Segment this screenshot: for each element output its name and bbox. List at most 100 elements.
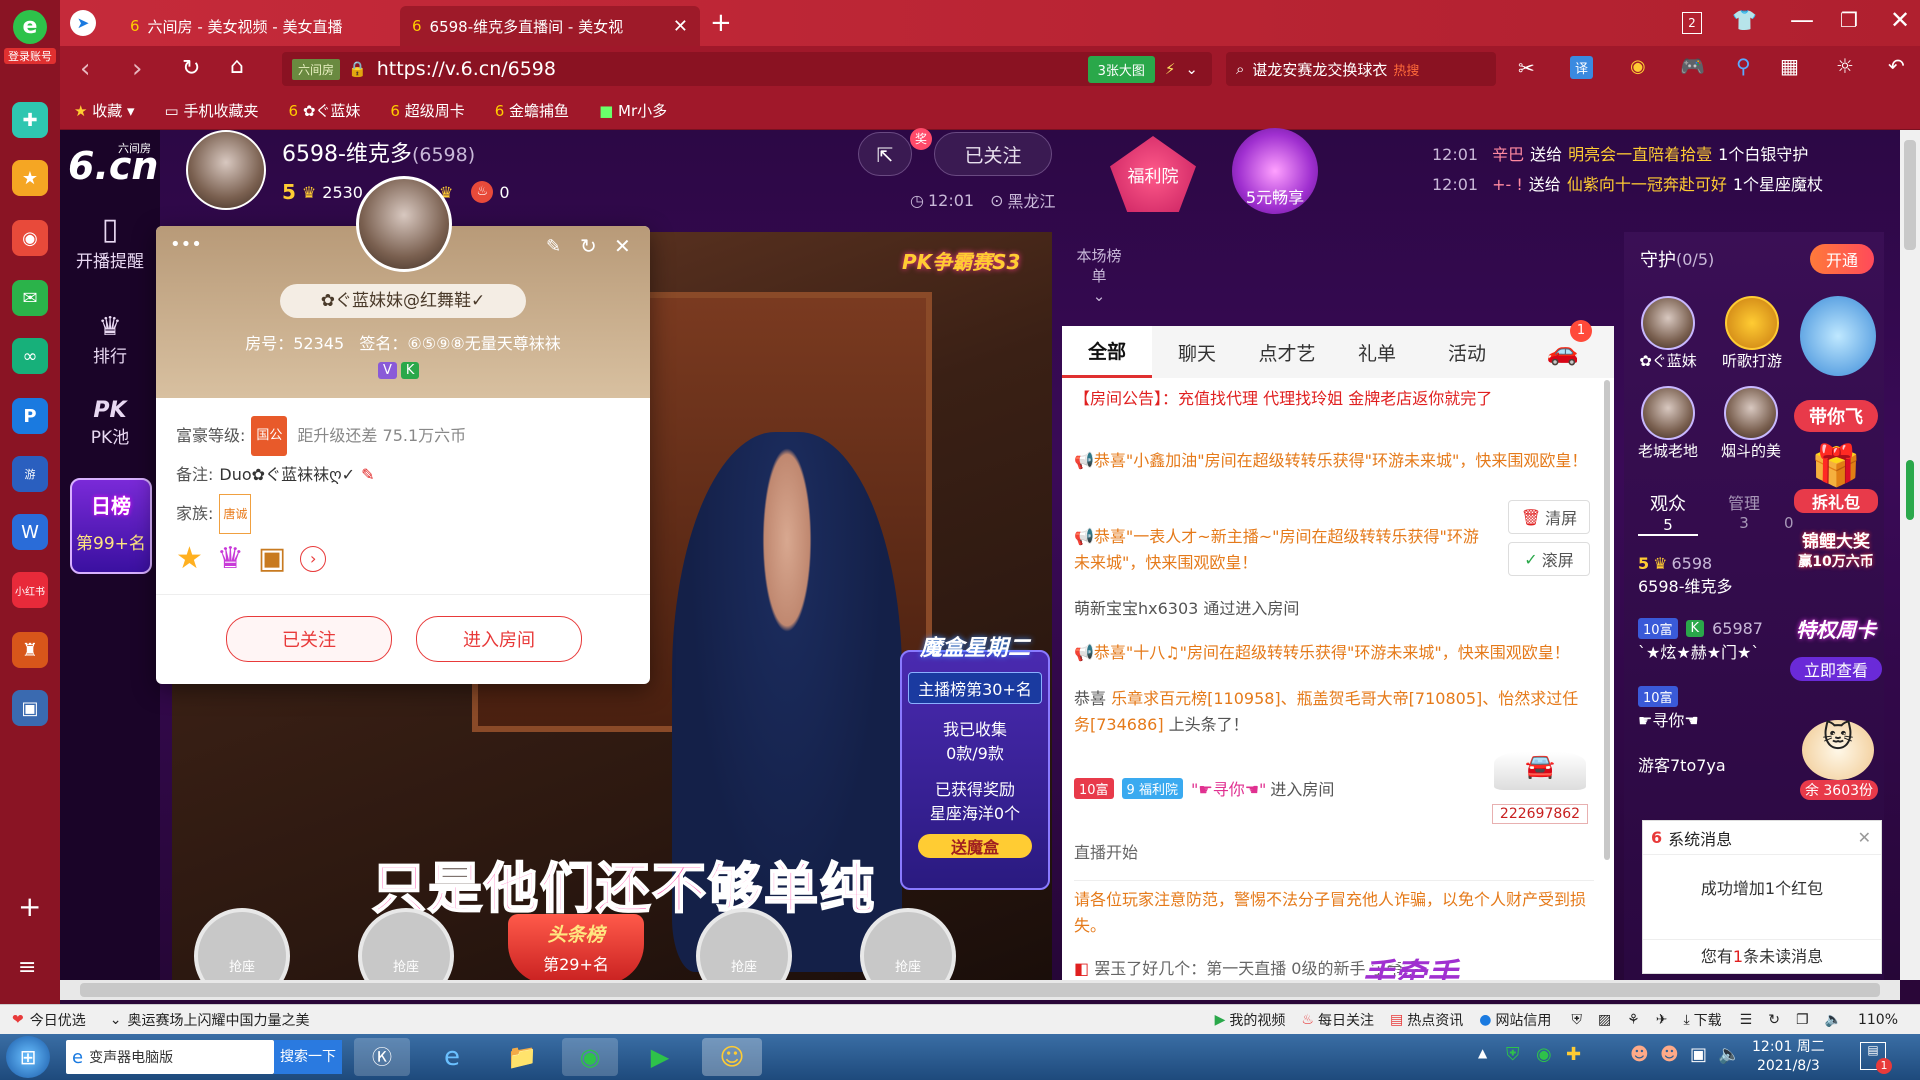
window-icon[interactable]: ❐ — [1796, 1012, 1809, 1028]
bookmark-favorites[interactable]: ★ 收藏 ▾ — [74, 100, 135, 121]
bookmark-weekcard[interactable]: 6 超级周卡 — [390, 100, 464, 121]
taskbar-search[interactable]: e 变声器电脑版 — [66, 1040, 274, 1074]
five-yuan-banner[interactable]: 5元畅享 — [1232, 128, 1318, 214]
tray-volume-icon[interactable]: 🔈 — [1718, 1044, 1740, 1065]
popup-follow-button[interactable]: 已关注 — [226, 616, 392, 662]
unpack-gift-button[interactable]: 🎁 拆礼包 — [1794, 442, 1878, 532]
coin-icon[interactable]: ◉ — [1630, 56, 1646, 77]
translate-button[interactable]: 译 — [1570, 56, 1594, 79]
user-item[interactable]: 10富 ☛寻你☚ — [1638, 686, 1699, 731]
shirt-icon[interactable]: 👕 — [1732, 8, 1757, 32]
nav-pk[interactable]: PK PK池 — [60, 398, 160, 448]
tab-6598[interactable]: 6 6598-维克多直播间 - 美女视 ✕ — [400, 6, 700, 46]
tray-network-icon[interactable]: ▣ — [1690, 1044, 1707, 1065]
minimize-icon[interactable]: — — [1790, 6, 1814, 34]
xiaohongshu-icon[interactable]: 小红书 — [12, 572, 48, 608]
speaker-icon[interactable]: 🔈 — [1825, 1012, 1842, 1028]
share-button[interactable]: ⇱ — [858, 132, 912, 176]
ie-taskbar-icon[interactable]: e — [424, 1038, 480, 1076]
open-guard-button[interactable]: 开通 — [1810, 244, 1874, 274]
chevron-down-icon[interactable]: ⌄ — [1185, 60, 1198, 78]
news-link[interactable]: 奥运赛场上闪耀中国力量之美 — [127, 1010, 309, 1030]
hot-search-label[interactable]: 热搜 — [1393, 60, 1419, 79]
tab-car[interactable]: 🚗 — [1512, 326, 1614, 378]
lucky-cat-icon[interactable]: 🐱 — [1802, 720, 1874, 780]
fly-with-you-button[interactable]: 带你飞 — [1794, 400, 1878, 432]
edit-remark-icon[interactable]: ✎ — [361, 456, 374, 494]
site-logo[interactable]: 六间房 6.cn — [64, 136, 158, 188]
horizontal-scrollbar[interactable] — [60, 980, 1900, 1000]
user-item[interactable]: 10富 K 65987 `★炫★赫★门★` — [1638, 618, 1763, 663]
game3-icon[interactable]: ▣ — [12, 690, 48, 726]
tray-browser-icon[interactable]: ◉ — [1536, 1044, 1552, 1065]
horizontal-scroll-thumb[interactable] — [80, 983, 1880, 997]
menu-icon[interactable]: ≡ — [18, 955, 36, 980]
popup-avatar[interactable] — [356, 176, 452, 272]
bookmark-mobile[interactable]: ▭ 手机收藏夹 — [165, 100, 259, 121]
star-medal-icon[interactable]: ★ — [176, 540, 203, 578]
close-icon[interactable]: ✕ — [614, 234, 631, 258]
nav-live-remind[interactable]: ▯ 开播提醒 — [60, 212, 160, 272]
user-item[interactable]: 5 ♛ 6598 6598-维克多 — [1638, 554, 1733, 597]
game-app-icon[interactable]: 游 — [12, 456, 48, 492]
daily-focus-link[interactable]: 每日关注 — [1318, 1010, 1374, 1030]
gamepad-icon[interactable]: 🎮 — [1680, 54, 1705, 78]
family-badge[interactable]: 唐诚 — [219, 494, 252, 534]
guard-item[interactable]: 听歌打游 — [1712, 296, 1792, 371]
big-image-button[interactable]: 3张大图 — [1087, 55, 1155, 83]
handshake-icon[interactable]: ⚘ — [1627, 1012, 1640, 1028]
bookmark-lanmei[interactable]: 6 ✿ぐ蓝妹 — [289, 100, 361, 121]
anchor-follow-button[interactable]: 已关注 — [934, 132, 1052, 176]
sun-icon[interactable]: ☼ — [1836, 54, 1854, 78]
tab-talent[interactable]: 点才艺 — [1242, 326, 1332, 378]
lightning-icon[interactable]: ⚡ — [1165, 60, 1176, 78]
weibo-icon[interactable]: ◉ — [12, 220, 48, 256]
refresh-icon[interactable]: ↻ — [580, 234, 597, 258]
mystery-box-panel[interactable]: 魔盒星期二 主播榜第30+名 我已收集 0款/9款 已获得奖励 星座海洋0个 送… — [900, 636, 1050, 890]
audience-tab[interactable]: 观众 5 — [1638, 490, 1698, 536]
popup-enter-room-button[interactable]: 进入房间 — [416, 616, 582, 662]
tab-gift-list[interactable]: 礼单 — [1332, 326, 1422, 378]
koi-banner[interactable]: 锦鲤大奖 赢10万六币 — [1794, 532, 1878, 572]
guard-item[interactable]: ✿ぐ蓝妹 — [1638, 296, 1698, 371]
undo-icon[interactable]: ↶ — [1888, 54, 1905, 78]
this-rank-button[interactable]: 本场榜单 ⌄ — [1074, 246, 1124, 306]
bookmark-mrxiaoduo[interactable]: ■ Mr小多 — [599, 100, 667, 121]
daily-rank-badge[interactable]: 日榜 第99+名 — [70, 478, 152, 574]
edit-icon[interactable]: ✎ — [546, 236, 561, 257]
close-icon[interactable]: ✕ — [1858, 828, 1871, 847]
p-app-icon[interactable]: P — [12, 398, 48, 434]
login-label[interactable]: 登录账号 — [4, 48, 56, 64]
guard-item[interactable]: 老城老地 — [1638, 386, 1698, 461]
tab-chat[interactable]: 聊天 — [1152, 326, 1242, 378]
taskbar-search-input[interactable]: 变声器电脑版 — [89, 1047, 173, 1067]
star-app-icon[interactable]: ★ — [12, 160, 48, 196]
view-now-button[interactable]: 立即查看 — [1790, 657, 1882, 681]
browser-taskbar-icon[interactable]: ◉ — [562, 1038, 618, 1076]
seat-slot[interactable]: 抢座 — [194, 908, 290, 982]
tray-arrow-icon[interactable]: ▲ — [1478, 1046, 1487, 1060]
refresh-icon[interactable]: ↻ — [182, 56, 200, 81]
browser-logo[interactable]: e 登录账号 — [4, 10, 56, 70]
tray-shield-icon[interactable]: ⛨ — [1506, 1044, 1520, 1065]
privilege-card[interactable]: 特权周卡 立即查看 — [1790, 614, 1882, 681]
magnifier-icon[interactable]: ⚲ — [1736, 54, 1751, 78]
airplane-icon[interactable] — [1800, 296, 1876, 376]
grid-icon[interactable]: ▦ — [1780, 54, 1799, 78]
download-link[interactable]: 下载 — [1694, 1010, 1722, 1030]
folder-icon[interactable]: 📁 — [494, 1038, 550, 1076]
send-box-button[interactable]: 送魔盒 — [918, 834, 1032, 858]
scissors-icon[interactable]: ✂ — [1518, 56, 1535, 80]
admin-tab[interactable]: 管理 3 — [1714, 490, 1774, 532]
anchor-avatar[interactable] — [186, 130, 266, 210]
tray-user2-icon[interactable]: ☻ — [1660, 1044, 1679, 1065]
refresh-icon[interactable]: ↻ — [1768, 1012, 1780, 1028]
chat-scrollbar[interactable] — [1604, 380, 1610, 860]
game2-icon[interactable]: ♜ — [12, 632, 48, 668]
guard-item[interactable]: 烟斗的美 — [1716, 386, 1786, 461]
taskbar-search-button[interactable]: 搜索一下 — [274, 1040, 342, 1074]
today-picks[interactable]: 今日优选 — [30, 1010, 86, 1030]
restore-icon[interactable]: ❐ — [1840, 8, 1858, 32]
close-window-icon[interactable]: ✕ — [1890, 6, 1910, 34]
nav-ranking[interactable]: ♛ 排行 — [60, 312, 160, 367]
